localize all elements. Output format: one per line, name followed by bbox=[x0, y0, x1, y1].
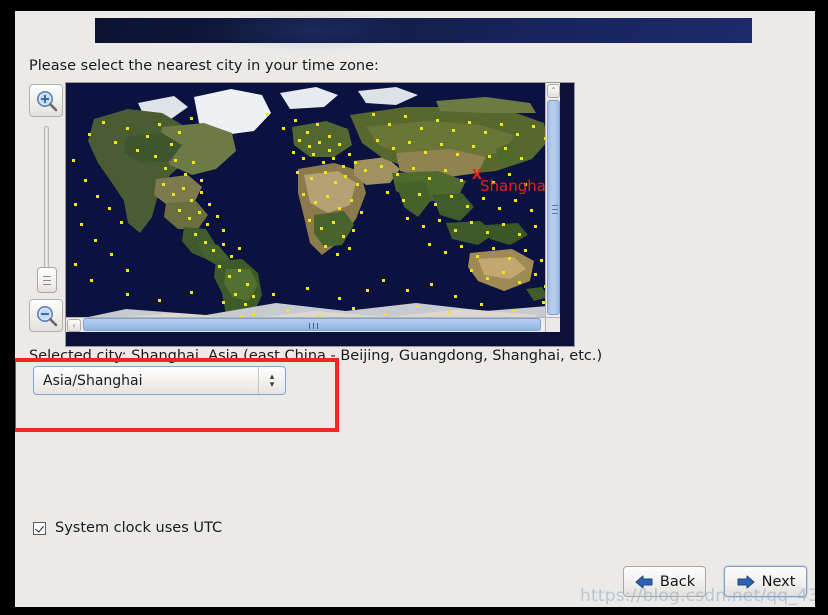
stepper-down-icon: ▾ bbox=[269, 379, 275, 390]
zoom-slider-track[interactable] bbox=[44, 126, 49, 276]
header-banner bbox=[95, 11, 752, 53]
zoom-in-button[interactable] bbox=[29, 84, 63, 117]
timezone-select-value: Asia/Shanghai bbox=[43, 372, 143, 389]
magnifier-minus-icon bbox=[35, 304, 59, 332]
watermark: https://blog.csdn.net/qq_43371556 bbox=[580, 586, 815, 606]
map-vertical-scroll-thumb[interactable] bbox=[547, 100, 560, 315]
map-vertical-scrollbar[interactable]: ⌃ ⌄ bbox=[545, 83, 560, 332]
scrollbar-corner bbox=[545, 317, 560, 332]
zoom-slider-handle[interactable] bbox=[37, 267, 57, 293]
banner-glow bbox=[213, 11, 411, 53]
utc-option-row[interactable]: System clock uses UTC bbox=[33, 520, 222, 536]
chevron-up-icon: ⌃ bbox=[550, 86, 557, 95]
timezone-map[interactable]: X Shanghai ⌃ ⌄ bbox=[65, 82, 575, 347]
selected-city-map-label: Shanghai bbox=[480, 177, 551, 195]
zoom-out-button[interactable] bbox=[29, 299, 63, 332]
page-title: Please select the nearest city in your t… bbox=[29, 58, 379, 74]
map-horizontal-scroll-thumb[interactable] bbox=[83, 318, 541, 331]
map-horizontal-scrollbar[interactable]: ‹ › bbox=[66, 317, 560, 332]
magnifier-plus-icon bbox=[35, 89, 59, 117]
utc-checkbox[interactable] bbox=[33, 521, 46, 535]
scroll-left-button[interactable]: ‹ bbox=[67, 319, 81, 332]
utc-checkbox-label: System clock uses UTC bbox=[55, 520, 223, 536]
map-zoom-controls bbox=[29, 84, 65, 332]
selected-city-text: Selected city: Shanghai, Asia (east Chin… bbox=[29, 348, 603, 364]
screenshot-root: Please select the nearest city in your t… bbox=[0, 0, 828, 615]
installer-dialog: Please select the nearest city in your t… bbox=[15, 11, 815, 607]
map-canvas[interactable]: X Shanghai ⌃ ⌄ bbox=[66, 83, 560, 332]
city-dots-layer bbox=[72, 113, 549, 318]
timezone-select-stepper[interactable]: ▴ ▾ bbox=[258, 367, 285, 394]
timezone-select[interactable]: Asia/Shanghai ▴ ▾ bbox=[33, 366, 286, 395]
scroll-up-button[interactable]: ⌃ bbox=[547, 84, 560, 98]
chevron-left-icon: ‹ bbox=[72, 320, 76, 330]
